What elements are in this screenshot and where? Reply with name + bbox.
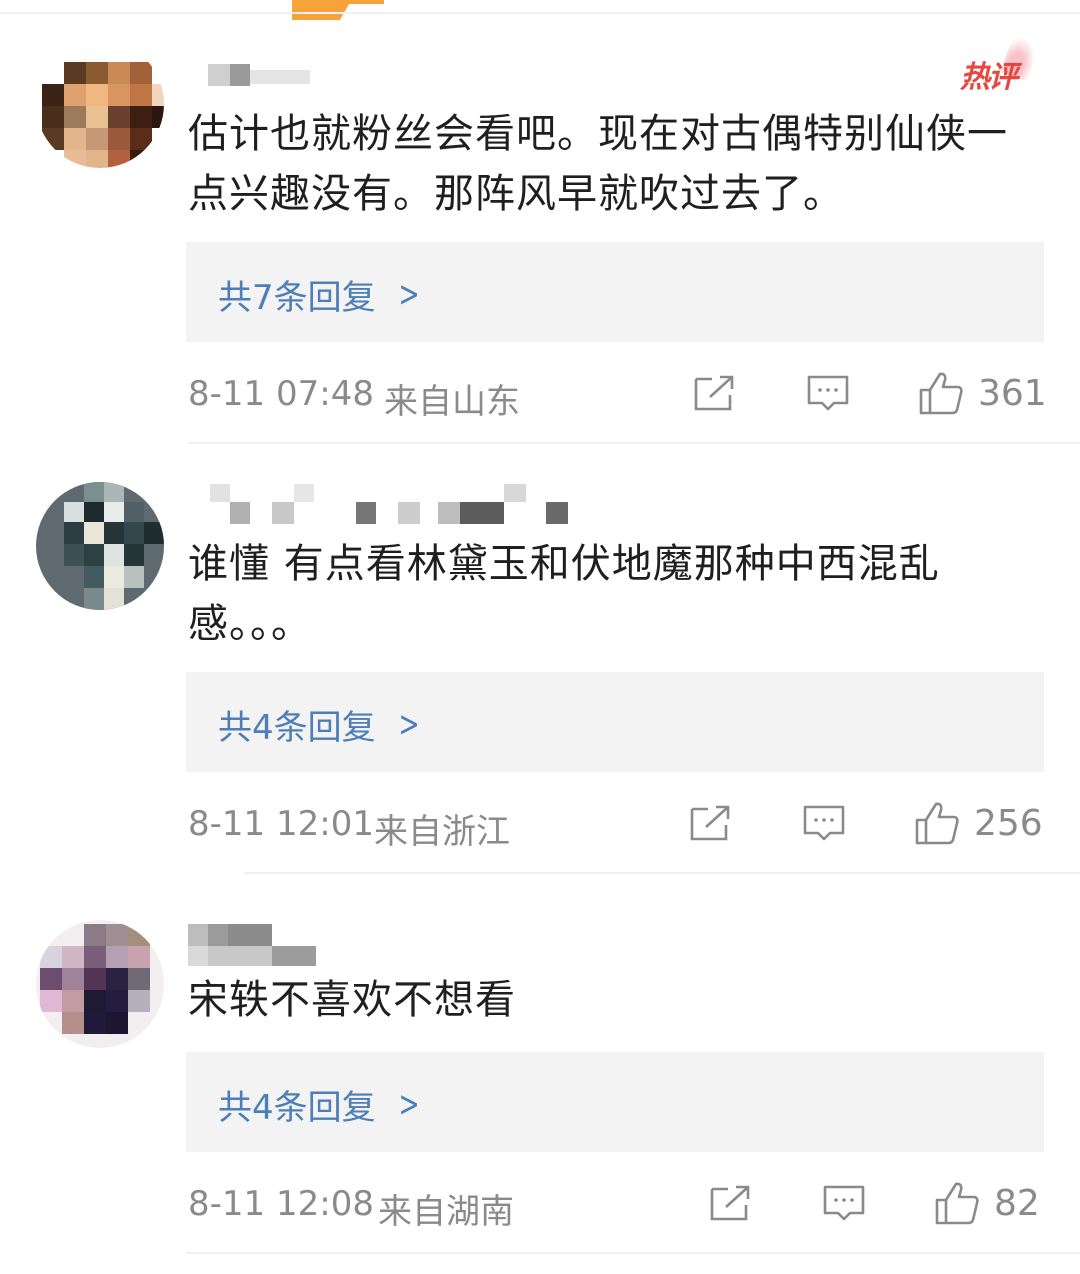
share-button[interactable] xyxy=(688,800,732,846)
avatar[interactable] xyxy=(36,40,164,168)
comment-icon xyxy=(807,375,849,411)
comment-text: 估计也就粉丝会看吧。现在对古偶特别仙侠一点兴趣没有。那阵风早就吹过去了。 xyxy=(188,111,1008,217)
username-redacted[interactable] xyxy=(188,482,648,524)
like-button[interactable]: 256 xyxy=(914,800,1043,846)
like-button[interactable]: 82 xyxy=(934,1180,1040,1226)
comment-meta: 8-11 12:08 来自湖南 82 xyxy=(188,1180,1048,1233)
share-icon xyxy=(694,375,734,411)
chevron-right-icon: > xyxy=(398,1084,420,1125)
comment-button[interactable] xyxy=(806,370,850,416)
chevron-right-icon: > xyxy=(398,274,420,315)
like-count: 361 xyxy=(978,372,1047,414)
view-replies-link[interactable]: 共7条回复 > xyxy=(218,270,424,319)
like-count: 256 xyxy=(974,802,1043,844)
comment-meta: 8-11 07:48 来自山东 361 xyxy=(188,370,1048,423)
comment-text: 谁懂 有点看林黛玉和伏地魔那种中西混乱感。。。 xyxy=(188,541,940,647)
reply-summary[interactable]: 共4条回复 > xyxy=(186,1052,1044,1152)
share-button[interactable] xyxy=(692,370,736,416)
comment-divider xyxy=(188,442,1080,444)
share-icon xyxy=(710,1185,750,1221)
avatar[interactable] xyxy=(36,482,164,610)
comment-time: 8-11 12:08 xyxy=(188,1184,374,1224)
reply-summary[interactable]: 共4条回复 > xyxy=(186,672,1044,772)
reply-count-label: 共4条回复 xyxy=(218,708,376,748)
comment-location: 来自浙江 xyxy=(374,812,510,852)
top-divider xyxy=(0,12,1080,14)
comment-meta: 8-11 12:01 来自浙江 256 xyxy=(188,800,1048,853)
comment-time: 8-11 07:48 xyxy=(188,374,374,414)
reply-count-label: 共4条回复 xyxy=(218,1088,376,1128)
comment-icon xyxy=(823,1185,865,1221)
chevron-right-icon: > xyxy=(398,704,420,745)
username-redacted[interactable] xyxy=(188,924,648,966)
hot-comment-badge: 热评 xyxy=(960,34,1042,95)
username-redacted[interactable] xyxy=(188,60,648,100)
comment-button[interactable] xyxy=(822,1180,866,1226)
share-button[interactable] xyxy=(708,1180,752,1226)
like-icon xyxy=(915,802,959,845)
comment-time: 8-11 12:01 xyxy=(188,804,374,844)
comment-divider xyxy=(244,872,1080,874)
top-edge xyxy=(0,0,1080,20)
like-button[interactable]: 361 xyxy=(918,370,1047,416)
like-icon xyxy=(935,1182,979,1225)
like-icon xyxy=(919,372,963,415)
top-accent-shape xyxy=(292,0,384,20)
comment-location: 来自山东 xyxy=(384,382,520,422)
comment-divider xyxy=(186,1252,1080,1254)
view-replies-link[interactable]: 共4条回复 > xyxy=(218,700,424,749)
like-count: 82 xyxy=(994,1182,1040,1224)
avatar[interactable] xyxy=(36,920,164,1048)
reply-summary[interactable]: 共7条回复 > xyxy=(186,242,1044,342)
reply-count-label: 共7条回复 xyxy=(218,278,376,318)
comment-button[interactable] xyxy=(802,800,846,846)
view-replies-link[interactable]: 共4条回复 > xyxy=(218,1080,424,1129)
comment-text: 宋轶不喜欢不想看 xyxy=(188,977,516,1023)
comment-icon xyxy=(803,805,845,841)
share-icon xyxy=(690,805,730,841)
comment-location: 来自湖南 xyxy=(378,1192,514,1232)
